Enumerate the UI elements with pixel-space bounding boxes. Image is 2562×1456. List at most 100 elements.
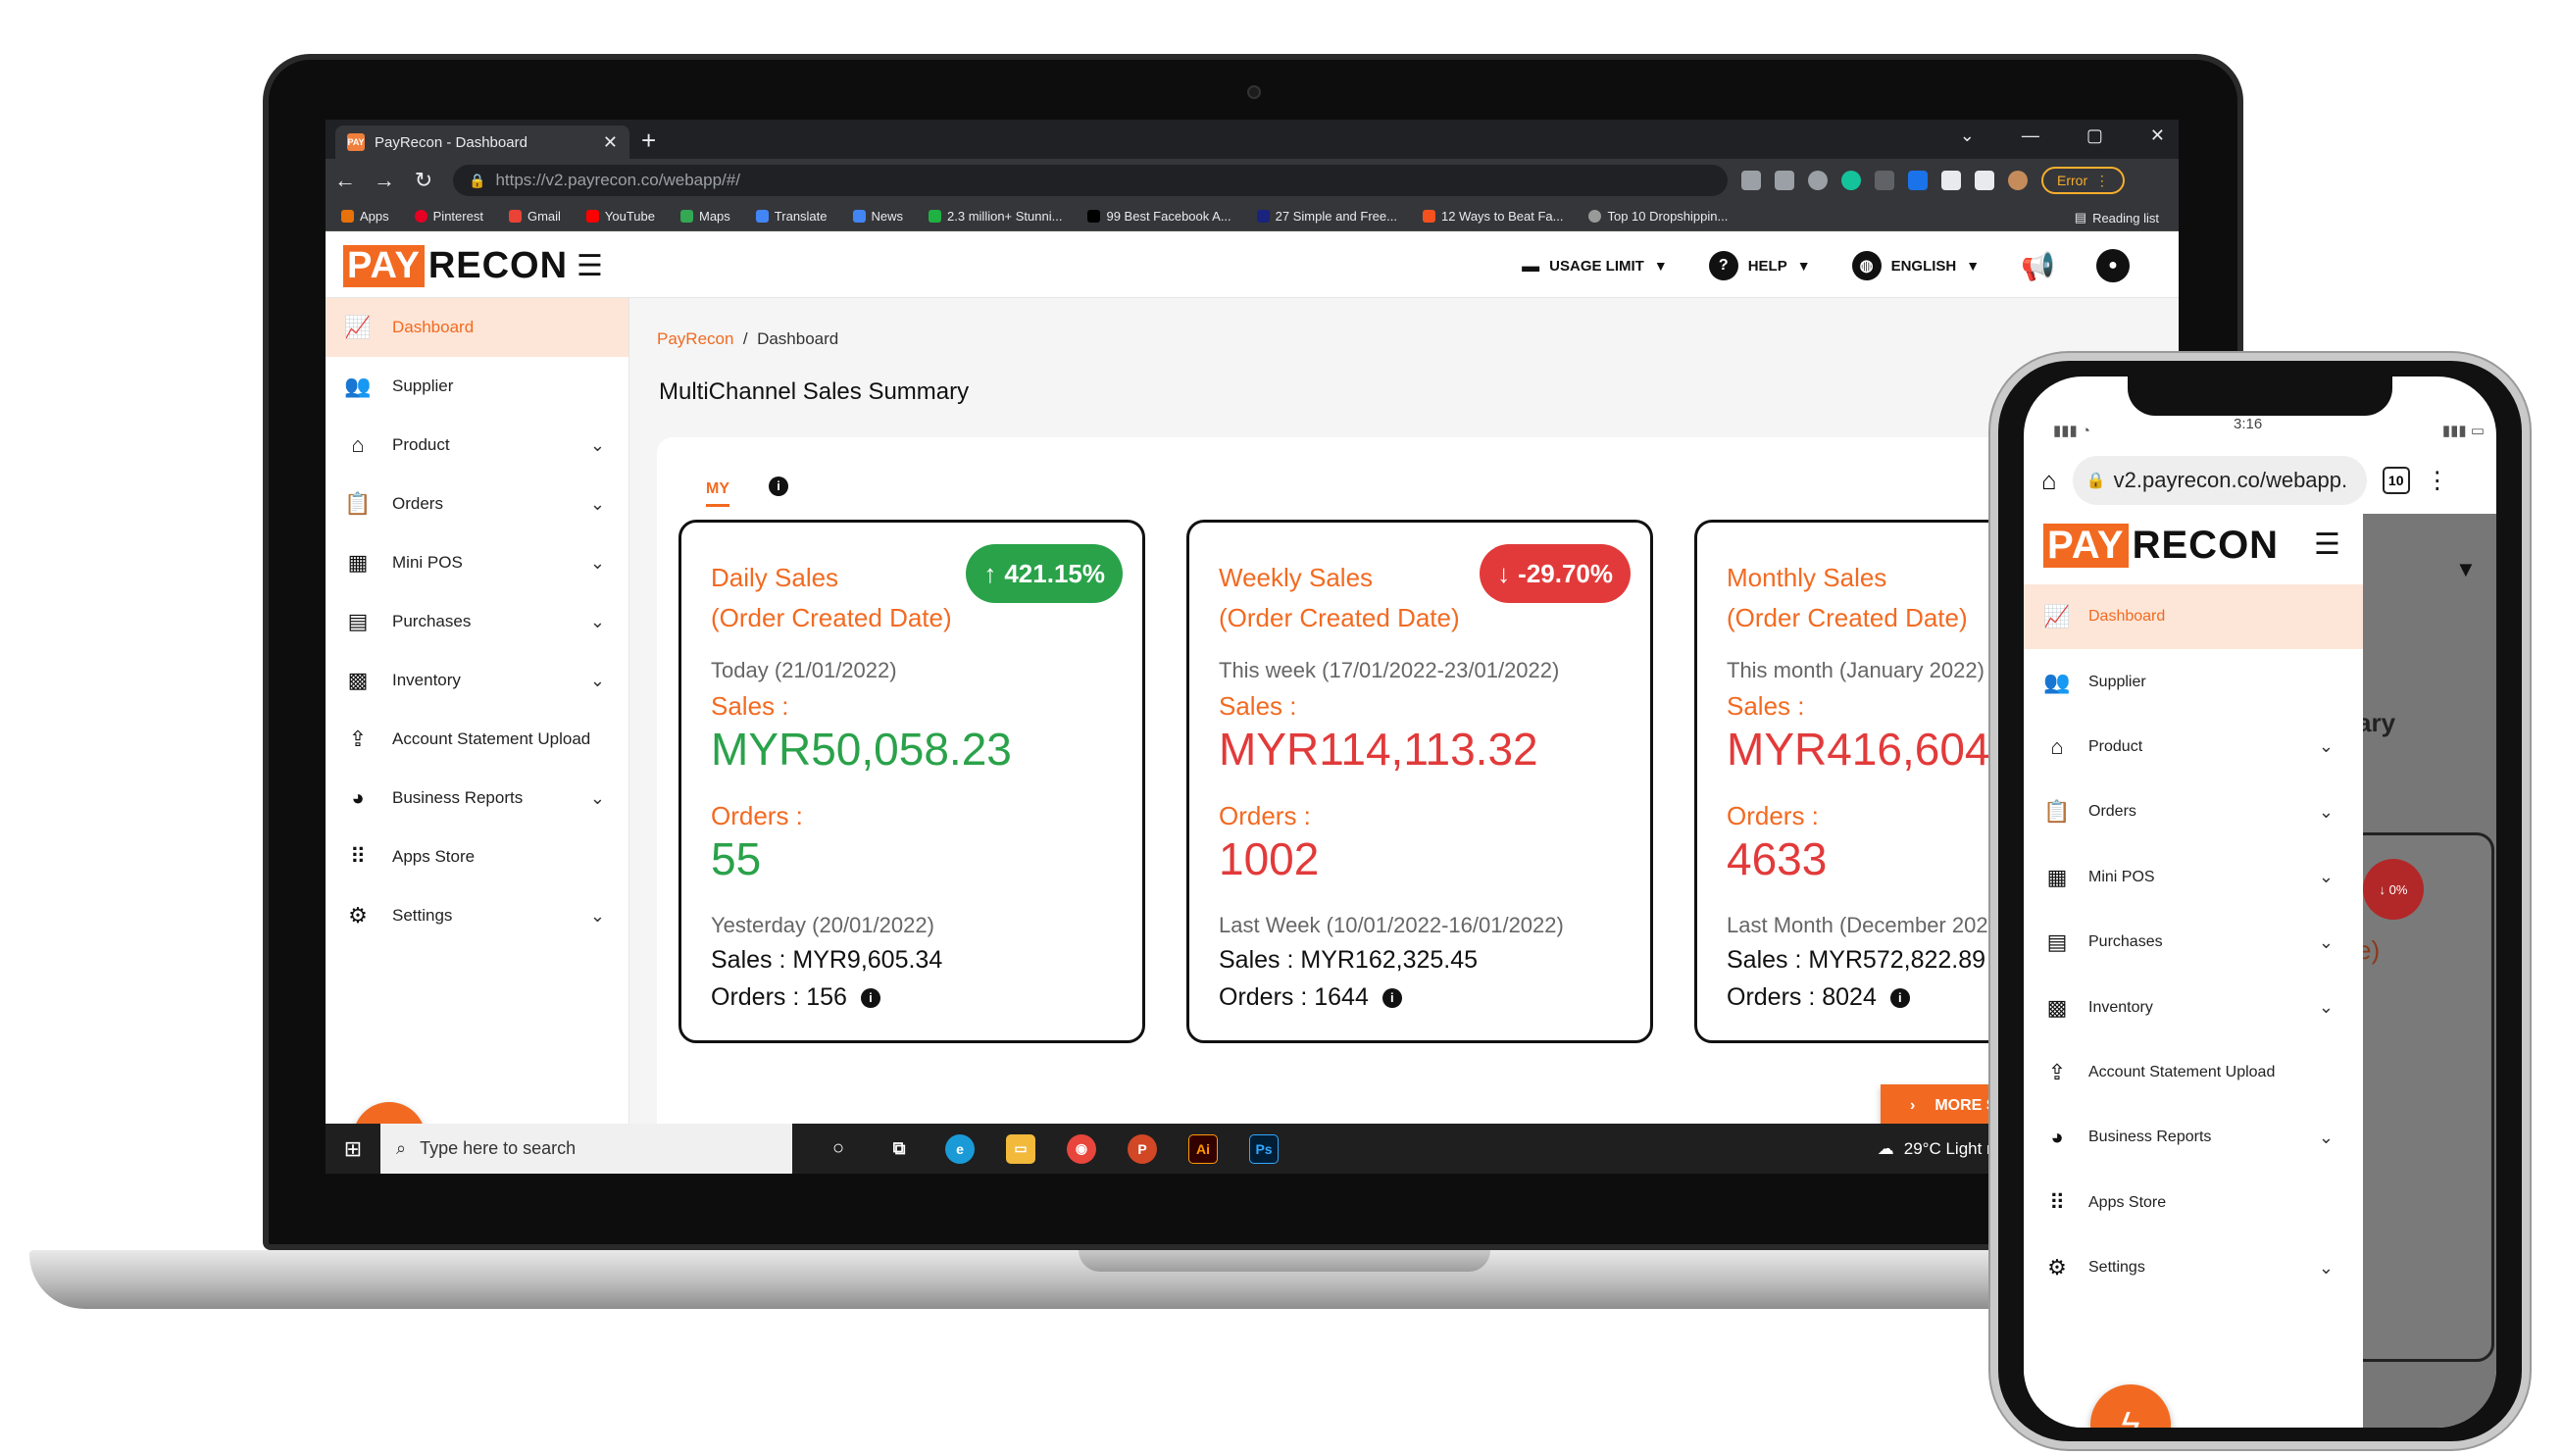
reading-list[interactable]: ▤ Reading list [2075, 210, 2159, 226]
people-icon: 👥 [2043, 669, 2071, 694]
help-menu[interactable]: ? HELP ▼ [1708, 251, 1811, 280]
reload-icon[interactable]: ↻ [404, 168, 443, 193]
home-icon[interactable]: ⌂ [2041, 466, 2057, 496]
messenger-chat-button[interactable]: ϟ [2090, 1384, 2171, 1428]
share-icon[interactable] [1775, 171, 1794, 190]
bookmark-simple[interactable]: 27 Simple and Free... [1256, 209, 1397, 224]
language-menu[interactable]: ◍ ENGLISH ▼ [1851, 251, 1980, 280]
file-explorer-icon[interactable]: ▭ [1006, 1133, 1035, 1164]
app-logo[interactable]: PAY RECON [2043, 524, 2279, 568]
bookmark-apps[interactable]: Apps [341, 209, 389, 224]
hamburger-icon[interactable]: ☰ [2314, 527, 2340, 562]
star-icon[interactable] [1808, 171, 1828, 190]
error-button[interactable]: Error ⋮ [2041, 167, 2125, 194]
sidebar-item-supplier[interactable]: 👥 Supplier [2024, 649, 2363, 714]
user-icon[interactable]: ● [2096, 249, 2130, 282]
chevron-down-icon: ⌄ [589, 611, 605, 631]
chevron-down-icon: ⌄ [589, 493, 605, 514]
usage-limit-menu[interactable]: ▬ USAGE LIMIT ▼ [1522, 256, 1668, 276]
chevron-down-icon[interactable]: ⌄ [1960, 126, 1975, 146]
sidebar-item-business-reports[interactable]: ◕ Business Reports ⌄ [326, 769, 628, 828]
close-icon[interactable]: ✕ [603, 132, 618, 153]
close-window-icon[interactable]: ✕ [2150, 126, 2165, 146]
powerpoint-icon[interactable]: P [1128, 1133, 1157, 1164]
sidebar-item-account-statement-upload[interactable]: ⇪ Account Statement Upload [2024, 1040, 2363, 1105]
more-vertical-icon[interactable]: ⋮ [2426, 467, 2449, 495]
bookmark-youtube[interactable]: YouTube [585, 209, 655, 224]
chrome-icon[interactable]: ◉ [1067, 1133, 1096, 1164]
sidebar-item-orders[interactable]: 📋 Orders ⌄ [326, 475, 628, 533]
sidebar-item-product[interactable]: ⌂ Product ⌄ [2024, 715, 2363, 779]
sidebar-item-purchases[interactable]: ▤ Purchases ⌄ [326, 592, 628, 651]
sidebar-item-settings[interactable]: ⚙ Settings ⌄ [326, 886, 628, 945]
edge-icon[interactable]: e [945, 1133, 975, 1164]
bookmark-translate[interactable]: Translate [755, 209, 828, 224]
sidebar-item-dashboard[interactable]: 📈 Dashboard [2024, 584, 2363, 650]
orders-value: 55 [711, 833, 762, 884]
bookmark-pinterest[interactable]: Pinterest [414, 209, 483, 224]
sidebar-item-supplier[interactable]: 👥 Supplier [326, 357, 628, 416]
sidebar-item-purchases[interactable]: ▤ Purchases ⌄ [2024, 910, 2363, 975]
sidebar-item-dashboard[interactable]: 📈 Dashboard [326, 298, 628, 357]
taskbar-search[interactable]: ⌕ Type here to search [380, 1124, 792, 1174]
apps-grid-icon [341, 210, 354, 223]
sidebar-item-business-reports[interactable]: ◕ Business Reports ⌄ [2024, 1105, 2363, 1170]
sales-value: MYR114,113.32 [1219, 724, 1538, 775]
playlist-icon[interactable] [1975, 171, 1994, 190]
puzzle-icon[interactable] [1941, 171, 1961, 190]
app-logo[interactable]: PAY RECON [343, 245, 568, 287]
photoshop-icon[interactable]: Ps [1249, 1133, 1279, 1164]
sidebar-item-inventory[interactable]: ▩ Inventory ⌄ [326, 651, 628, 710]
extension-blue-icon[interactable] [1908, 171, 1928, 190]
info-icon[interactable]: i [860, 987, 880, 1008]
bookmark-stunning[interactable]: 2.3 million+ Stunni... [929, 209, 1062, 224]
phone-url-field[interactable]: 🔒 v2.payrecon.co/webapp. [2072, 456, 2367, 505]
sidebar-item-apps-store[interactable]: ⠿ Apps Store [326, 828, 628, 886]
tabs-counter[interactable]: 10 [2382, 467, 2410, 494]
sidebar-item-orders[interactable]: 📋 Orders ⌄ [2024, 779, 2363, 844]
maximize-icon[interactable]: ▢ [2086, 126, 2103, 146]
avatar[interactable] [2008, 171, 2028, 190]
info-icon[interactable]: i [1381, 987, 1402, 1008]
breadcrumb-root[interactable]: PayRecon [657, 329, 733, 348]
pie-chart-icon: ◕ [2050, 1125, 2064, 1150]
phone-status-bar: ▮▮▮ ◔ ▮▮▮ ▭ [2053, 422, 2485, 439]
sidebar-item-mini-pos[interactable]: ▦ Mini POS ⌄ [2024, 845, 2363, 910]
sidebar-item-apps-store[interactable]: ⠿ Apps Store [2024, 1171, 2363, 1235]
bookmark-ways[interactable]: 12 Ways to Beat Fa... [1422, 209, 1563, 224]
error-label: Error [2057, 173, 2088, 188]
tab-title: PayRecon - Dashboard [375, 133, 527, 151]
sidebar-item-account-statement-upload[interactable]: ⇪ Account Statement Upload [326, 710, 628, 769]
back-icon[interactable]: ← [326, 168, 365, 193]
cortana-icon[interactable]: ○ [824, 1134, 853, 1164]
megaphone-icon[interactable]: 📢 [2021, 250, 2055, 282]
reading-list-icon: ▤ [2074, 210, 2087, 225]
url-field[interactable]: 🔒 https://v2.payrecon.co/webapp/#/ [453, 165, 1728, 196]
bookmark-maps[interactable]: Maps [680, 209, 730, 224]
sidebar-item-mini-pos[interactable]: ▦ Mini POS ⌄ [326, 533, 628, 592]
sidebar-item-product[interactable]: ⌂ Product ⌄ [326, 416, 628, 475]
browser-tab[interactable]: PAY PayRecon - Dashboard ✕ [335, 126, 629, 159]
bookmark-dropshipping[interactable]: Top 10 Dropshippin... [1588, 209, 1728, 224]
box-icon: ⌂ [351, 432, 365, 457]
windows-start-icon[interactable]: ⊞ [326, 1136, 380, 1162]
minimize-icon[interactable]: — [2022, 126, 2039, 146]
phone-notch [2128, 373, 2392, 416]
new-tab-icon[interactable]: + [641, 126, 656, 156]
hamburger-icon[interactable]: ☰ [577, 249, 603, 283]
sidebar-item-inventory[interactable]: ▩ Inventory ⌄ [2024, 975, 2363, 1039]
info-icon[interactable]: i [1889, 987, 1910, 1008]
bookmark-facebook[interactable]: 99 Best Facebook A... [1087, 209, 1231, 224]
extension-icon[interactable] [1875, 171, 1894, 190]
info-icon[interactable]: i [769, 477, 788, 496]
forward-icon[interactable]: → [365, 168, 404, 193]
task-view-icon[interactable]: ⧉ [884, 1134, 914, 1164]
chevron-right-icon: › [1910, 1097, 1916, 1114]
tab-country-my[interactable]: MY [706, 480, 729, 507]
illustrator-icon[interactable]: Ai [1188, 1133, 1218, 1164]
key-icon[interactable] [1741, 171, 1761, 190]
bookmark-gmail[interactable]: Gmail [508, 209, 561, 224]
grammarly-icon[interactable] [1841, 171, 1861, 190]
sidebar-item-settings[interactable]: ⚙ Settings ⌄ [2024, 1235, 2363, 1300]
bookmark-news[interactable]: News [852, 209, 903, 224]
